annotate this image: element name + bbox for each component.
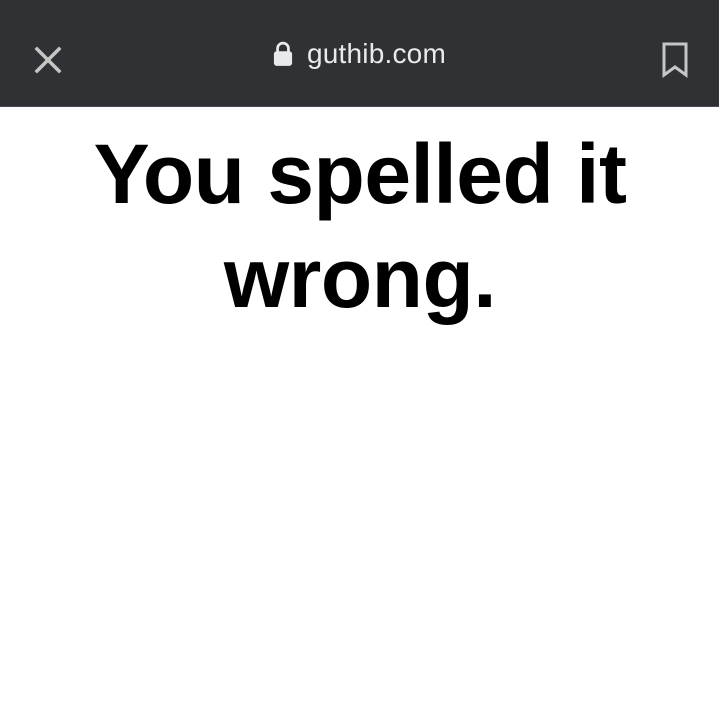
page-content: You spelled it wrong. (0, 108, 719, 719)
lock-icon (273, 40, 293, 68)
browser-toolbar: guthib.com (0, 0, 719, 107)
close-icon (34, 46, 62, 74)
close-tab-button[interactable] (28, 40, 68, 80)
url-text: guthib.com (307, 37, 446, 69)
page-headline: You spelled it wrong. (93, 127, 627, 325)
bookmark-button[interactable] (659, 40, 691, 80)
address-bar-container: guthib.com (0, 0, 719, 107)
bookmark-icon (662, 42, 688, 78)
address-bar[interactable]: guthib.com (273, 38, 446, 70)
